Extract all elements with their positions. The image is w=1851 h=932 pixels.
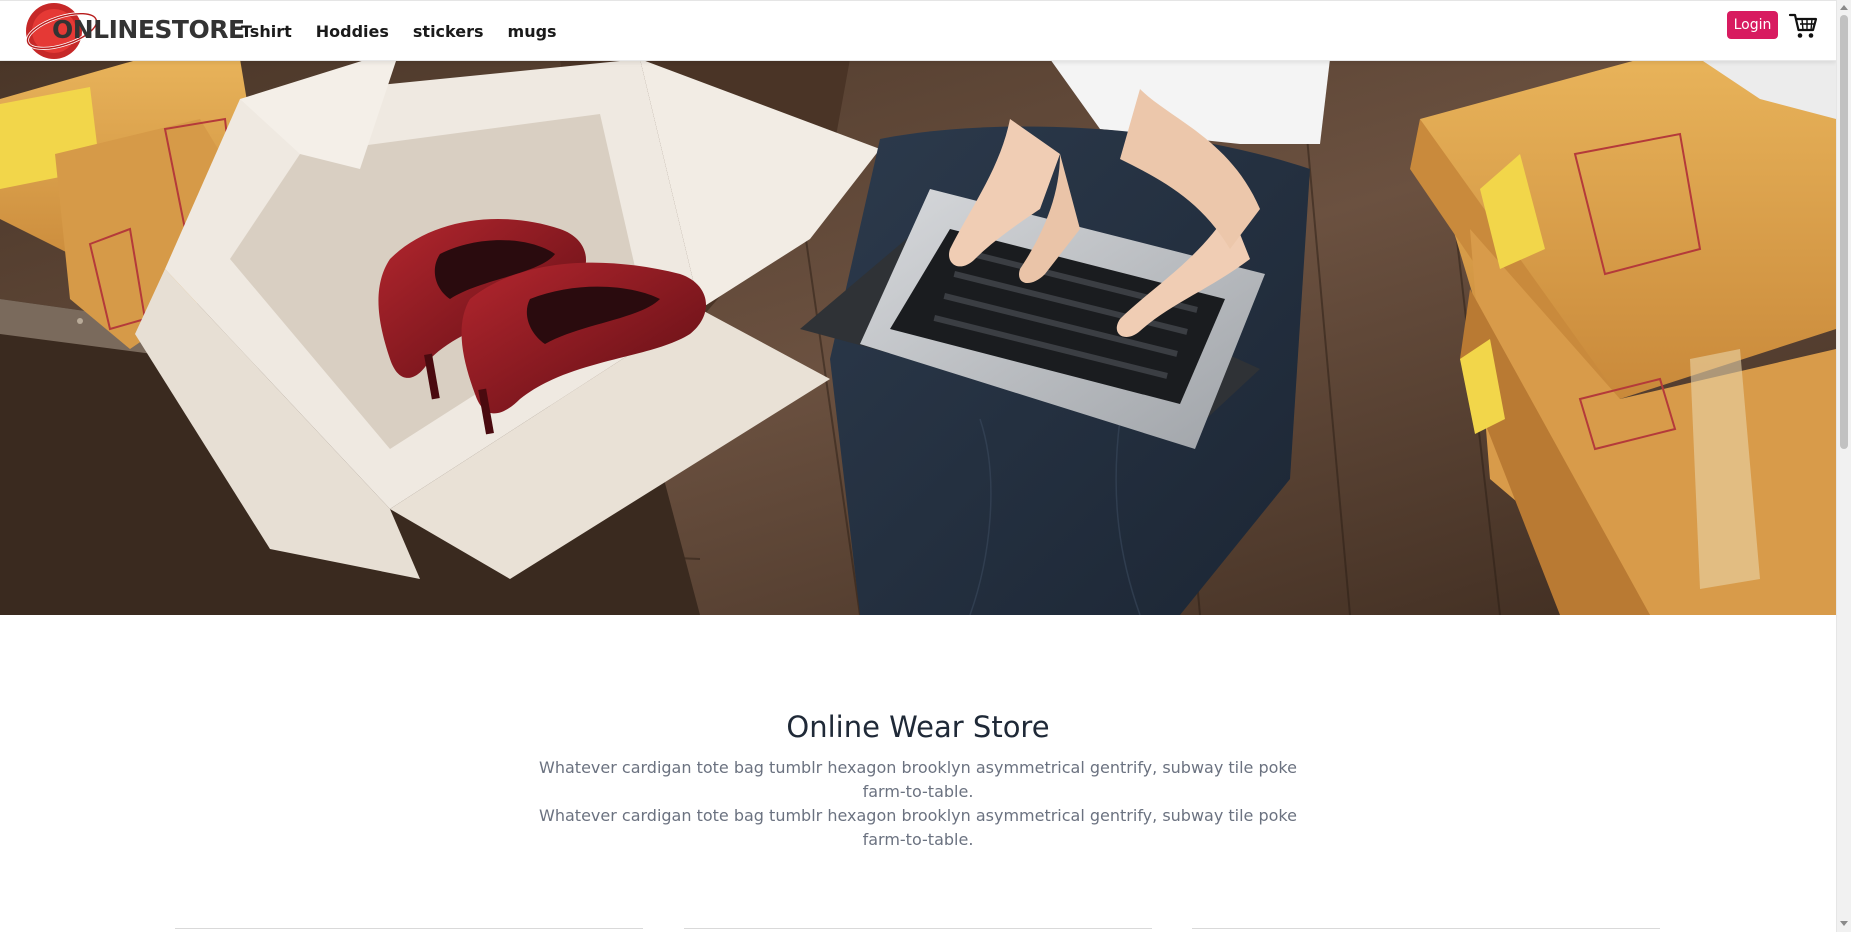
scroll-up-arrow-icon[interactable] xyxy=(1840,5,1848,10)
product-card-3-top xyxy=(1192,928,1660,929)
logo[interactable]: ONLINESTORE xyxy=(18,1,245,60)
description-paragraph-2: Whatever cardigan tote bag tumblr hexago… xyxy=(539,806,1297,849)
nav-link-mugs[interactable]: mugs xyxy=(508,22,557,41)
hero-banner xyxy=(0,59,1836,615)
shopping-cart-icon[interactable] xyxy=(1788,11,1818,41)
nav-link-hoddies[interactable]: Hoddies xyxy=(316,22,389,41)
nav-link-stickers[interactable]: stickers xyxy=(413,22,484,41)
logo-text: ONLINESTORE xyxy=(52,15,245,44)
product-card-1-top xyxy=(175,928,643,929)
product-card-2-top xyxy=(684,928,1152,929)
hero-image xyxy=(0,59,1836,615)
section-title: Online Wear Store xyxy=(786,710,1050,744)
page: ONLINESTORE Tshirt Hoddies stickers mugs… xyxy=(0,0,1836,932)
nav-link-tshirt[interactable]: Tshirt xyxy=(241,22,292,41)
scroll-down-arrow-icon[interactable] xyxy=(1840,921,1848,926)
login-button[interactable]: Login xyxy=(1727,11,1778,39)
scroll-thumb[interactable] xyxy=(1840,15,1848,449)
description-paragraph-1: Whatever cardigan tote bag tumblr hexago… xyxy=(539,758,1297,801)
vertical-scrollbar[interactable] xyxy=(1836,0,1851,932)
section-description: Whatever cardigan tote bag tumblr hexago… xyxy=(538,756,1298,852)
intro-section: Online Wear Store Whatever cardigan tote… xyxy=(0,615,1836,932)
navbar: ONLINESTORE Tshirt Hoddies stickers mugs… xyxy=(0,0,1836,61)
main-nav: Tshirt Hoddies stickers mugs xyxy=(241,1,581,60)
